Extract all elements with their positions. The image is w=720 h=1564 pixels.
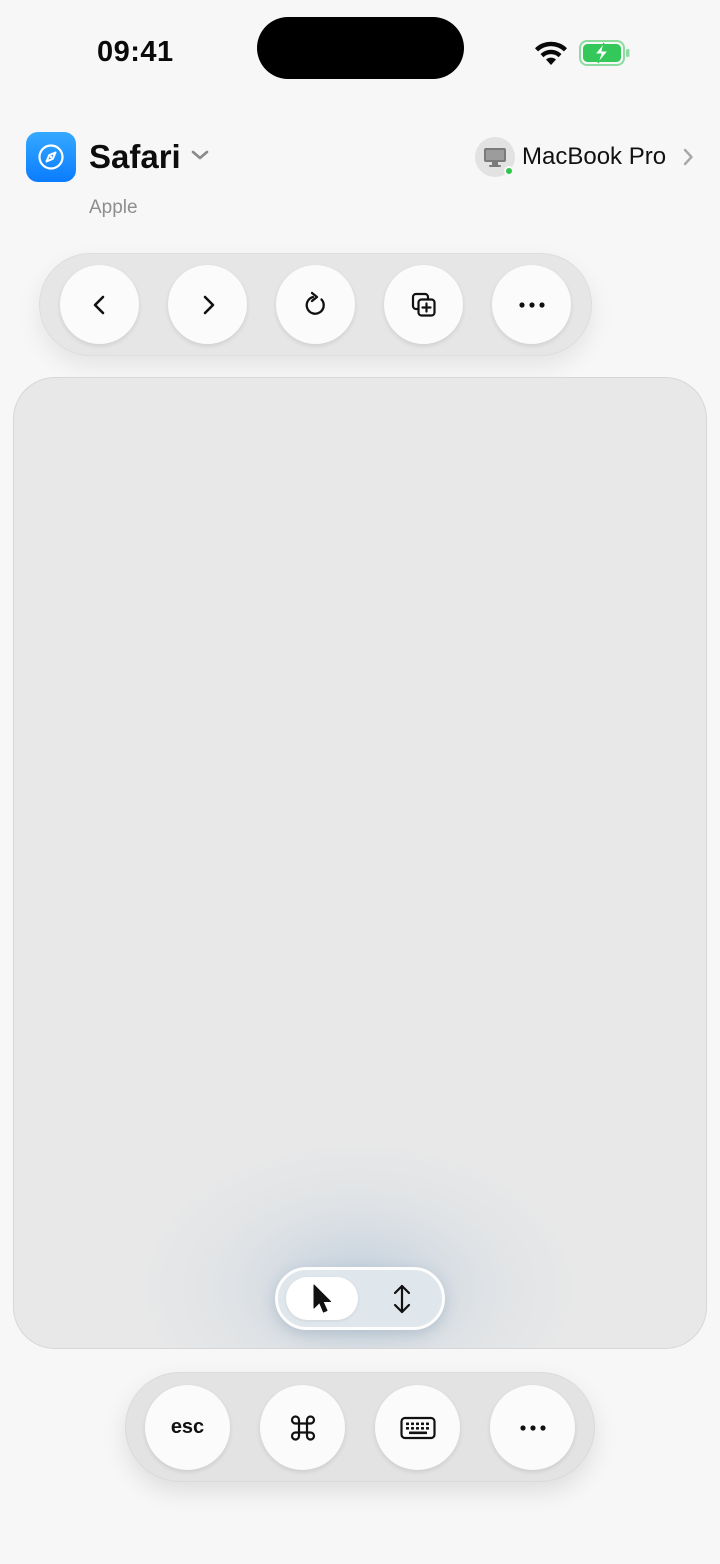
back-button[interactable] [60,265,139,344]
app-vendor: Apple [89,197,138,218]
keyboard-toolbar: esc [125,1372,595,1482]
command-icon [290,1414,315,1441]
status-time: 09:41 [97,36,174,68]
more-button[interactable] [492,265,571,344]
cursor-arrow-icon [313,1284,331,1312]
device-name[interactable]: MacBook Pro [522,143,666,171]
dynamic-island [257,17,464,79]
vertical-scroll-icon [393,1284,411,1313]
wifi-icon [535,41,567,65]
pointer-mode-button[interactable] [286,1277,358,1320]
device-online-indicator [504,166,514,176]
forward-button[interactable] [168,265,247,344]
more-keys-button[interactable] [490,1385,575,1470]
battery-charging-icon [579,40,630,66]
command-button[interactable] [260,1385,345,1470]
ellipsis-icon [519,1424,546,1431]
keyboard-icon [399,1416,436,1439]
reload-icon [305,291,325,315]
trackpad-mode-switch [275,1267,445,1330]
chevron-right-icon[interactable] [682,148,694,166]
remote-control-screen: 09:41 Safari Apple MacBook Pro esc [0,0,720,1564]
chevron-left-icon [93,295,104,314]
new-tab-button[interactable] [384,265,463,344]
chevron-down-icon[interactable] [190,148,210,162]
trackpad-surface[interactable] [13,377,707,1349]
keyboard-button[interactable] [375,1385,460,1470]
add-tab-icon [411,292,436,317]
scroll-mode-button[interactable] [366,1277,438,1320]
app-name[interactable]: Safari [89,138,181,176]
chevron-right-icon [203,295,214,314]
safari-compass-icon[interactable] [26,132,76,182]
browser-toolbar [39,253,592,356]
ellipsis-icon [518,301,545,308]
escape-button[interactable]: esc [145,1385,230,1470]
reload-button[interactable] [276,265,355,344]
